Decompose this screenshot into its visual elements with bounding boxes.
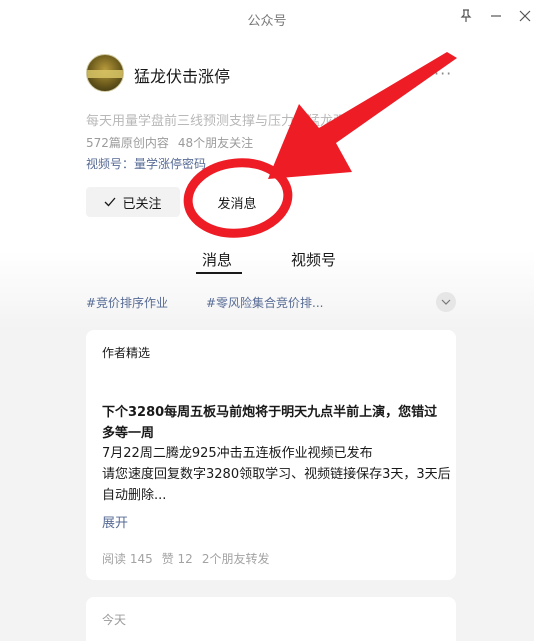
date-section-label: 今天: [102, 613, 127, 627]
send-message-button[interactable]: 发消息: [190, 187, 284, 217]
minimize-icon[interactable]: [485, 6, 507, 26]
article-body: 7月22周二腾龙925冲击五连板作业视频已发布 请您速度回复数字3280领取学习…: [102, 446, 451, 503]
account-stats: 572篇原创内容 48个朋友关注: [86, 134, 253, 151]
topic-tag[interactable]: #零风险集合竞价排...: [206, 294, 324, 311]
pin-icon[interactable]: [455, 6, 477, 26]
like-count: 赞 12: [161, 552, 193, 566]
window-titlebar: 公众号: [0, 0, 534, 40]
followed-button[interactable]: 已关注: [86, 187, 180, 217]
followed-label: 已关注: [122, 196, 162, 212]
close-icon[interactable]: [514, 6, 534, 26]
share-count: 2个朋友转发: [201, 552, 270, 566]
tab-video-channel[interactable]: 视频号: [291, 249, 336, 270]
article-count: 572篇原创内容: [86, 136, 169, 150]
expand-link[interactable]: 展开: [102, 512, 128, 531]
avatar[interactable]: [86, 54, 124, 92]
video-channel-link[interactable]: 视频号：量学涨停密码: [86, 155, 206, 172]
article-title[interactable]: 下个3280每周五板马前炮将于明天九点半前上演，您错过多等一周: [102, 402, 448, 444]
window-title: 公众号: [247, 14, 287, 29]
featured-article-card[interactable]: 作者精选 下个3280每周五板马前炮将于明天九点半前上演，您错过多等一周 7月2…: [86, 330, 456, 580]
article-meta: 阅读 145 赞 12 2个朋友转发: [102, 550, 269, 567]
card-section-label: 作者精选: [102, 346, 151, 360]
tab-messages[interactable]: 消息: [202, 249, 232, 270]
check-icon: [105, 197, 116, 207]
tab-bar: 消息 视频号: [0, 249, 534, 275]
topic-tag[interactable]: #竞价排序作业: [86, 294, 168, 311]
friend-follow-count: 48个朋友关注: [177, 136, 254, 150]
more-icon[interactable]: ···: [434, 64, 452, 83]
active-tab-indicator: [196, 272, 242, 274]
account-description: 每天用量学盘前三线预测支撑与压力是猛龙强: [86, 114, 347, 129]
chevron-down-icon[interactable]: [436, 292, 456, 312]
account-name: 猛龙伏击涨停: [134, 67, 231, 86]
read-count: 阅读 145: [102, 552, 153, 566]
send-message-label: 发消息: [217, 196, 257, 212]
date-section-card: 今天: [86, 597, 456, 641]
